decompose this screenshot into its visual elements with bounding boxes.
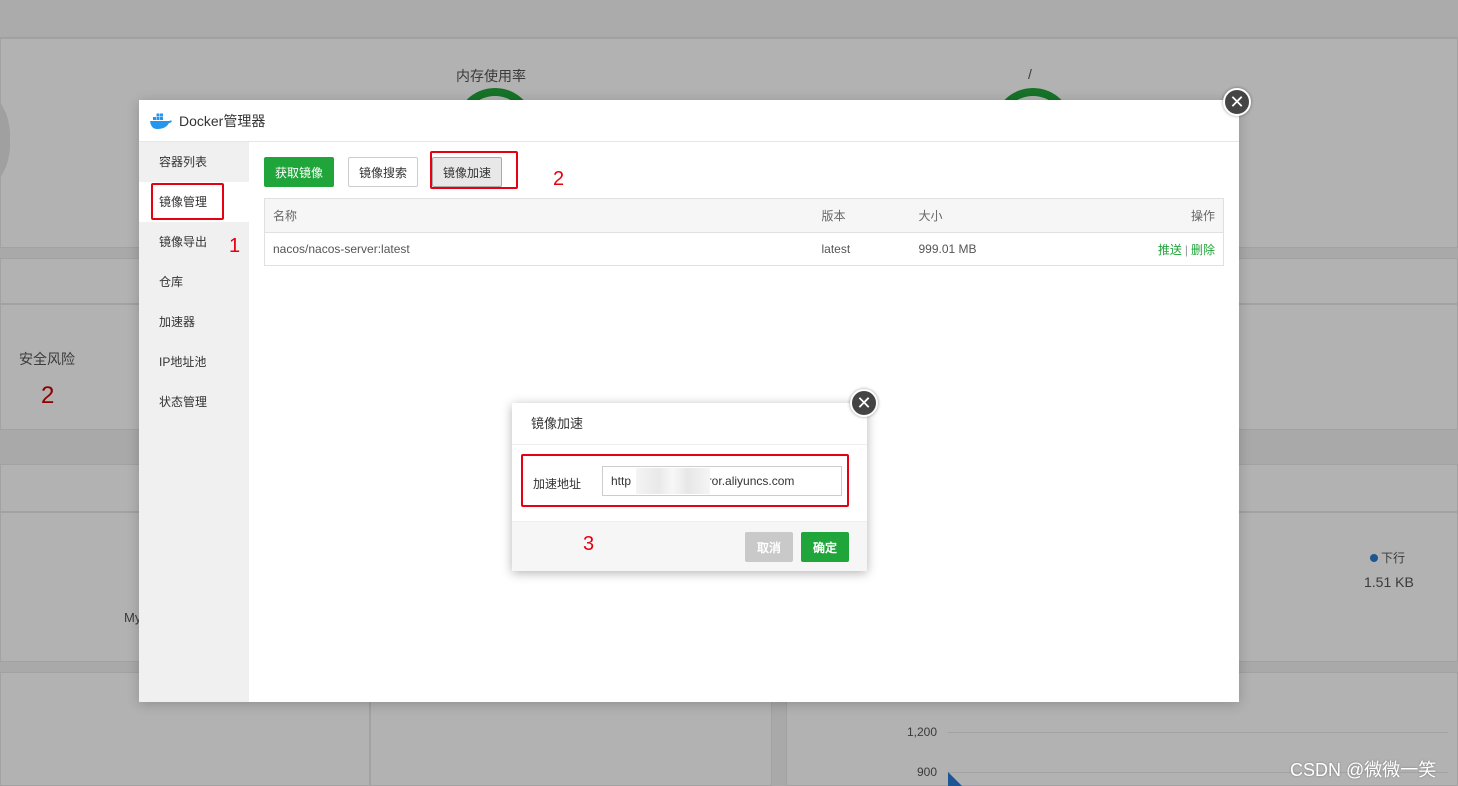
delete-link[interactable]: 删除 <box>1191 243 1215 257</box>
image-version-cell: latest <box>821 242 851 256</box>
modal-title: 镜像加速 <box>512 403 867 445</box>
sidebar-item-ip-pool[interactable]: IP地址池 <box>139 342 249 382</box>
csdn-watermark: CSDN @微微一笑 <box>1290 760 1437 780</box>
image-accel-button[interactable]: 镜像加速 <box>432 157 503 187</box>
modal-close-icon[interactable]: ✕ <box>850 389 878 417</box>
annotation-number-3: 3 <box>583 533 595 555</box>
action-separator: | <box>1184 242 1188 257</box>
docker-whale-icon <box>150 113 172 129</box>
sidebar-item-containers[interactable]: 容器列表 <box>139 142 249 182</box>
docker-sidebar: 容器列表 镜像管理 镜像导出 仓库 加速器 IP地址池 状态管理 <box>139 142 249 702</box>
accel-address-label: 加速地址 <box>533 477 582 491</box>
table-header-row: 名称 版本 大小 操作 <box>264 198 1224 233</box>
image-accel-modal: 镜像加速 ✕ 加速地址 取消 确定 <box>512 389 878 571</box>
image-toolbar: 获取镜像 镜像搜索 镜像加速 <box>264 157 503 187</box>
column-header-version: 版本 <box>813 198 911 233</box>
docker-close-icon[interactable]: ✕ <box>1223 88 1251 116</box>
search-image-button[interactable]: 镜像搜索 <box>348 157 419 187</box>
image-size-cell: 999.01 MB <box>918 242 977 256</box>
table-row: nacos/nacos-server:latest latest 999.01 … <box>265 233 1224 266</box>
image-table: 名称 版本 大小 操作 nacos/nacos-server:latest la… <box>264 198 1224 266</box>
docker-manager-window: Docker管理器 ✕ 容器列表 镜像管理 镜像导出 仓库 加速器 IP地址池 … <box>139 88 1251 702</box>
column-header-size: 大小 <box>910 198 1091 233</box>
annotation-number-1: 1 <box>229 235 241 257</box>
column-header-name: 名称 <box>264 198 814 233</box>
image-name-cell: nacos/nacos-server:latest <box>273 242 410 256</box>
redacted-blur <box>636 468 710 494</box>
modal-footer: 取消 确定 <box>512 521 867 571</box>
sidebar-item-status[interactable]: 状态管理 <box>139 382 249 422</box>
pull-image-button[interactable]: 获取镜像 <box>264 157 335 187</box>
docker-window-header: Docker管理器 <box>139 100 1239 142</box>
confirm-button[interactable]: 确定 <box>801 532 849 562</box>
sidebar-item-accelerator[interactable]: 加速器 <box>139 302 249 342</box>
column-header-actions: 操作 <box>1090 198 1224 233</box>
modal-body: 加速地址 <box>512 445 867 521</box>
sidebar-item-image-management[interactable]: 镜像管理 <box>139 182 249 222</box>
push-link[interactable]: 推送 <box>1158 243 1182 257</box>
docker-window-title: Docker管理器 <box>179 112 266 129</box>
sidebar-item-repository[interactable]: 仓库 <box>139 262 249 302</box>
image-actions-cell: 推送 | 删除 <box>1091 233 1224 266</box>
annotation-number-2: 2 <box>553 168 565 190</box>
cancel-button[interactable]: 取消 <box>745 532 793 562</box>
